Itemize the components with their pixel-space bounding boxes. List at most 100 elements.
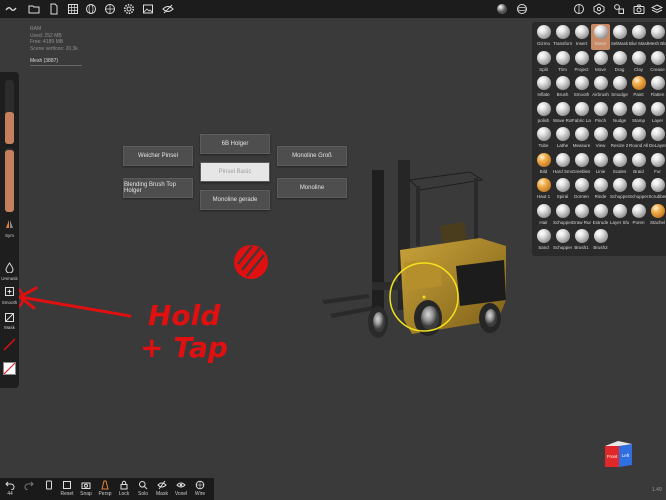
tool-fabric-lace[interactable]: Fabric Lace xyxy=(572,101,591,127)
brush-pinsel-basic[interactable]: Pinsel Basic xyxy=(200,162,270,182)
color-stroke-icon[interactable] xyxy=(3,338,16,351)
menu-logo-icon[interactable] xyxy=(5,3,17,15)
tool-layer[interactable]: Layer xyxy=(648,101,666,127)
tool-sand[interactable]: Sand xyxy=(534,228,553,254)
sidebar-toggle-button[interactable] xyxy=(40,480,58,490)
tool-trim[interactable]: Trim xyxy=(553,50,572,76)
brush-monoline-gerade[interactable]: Monoline gerade xyxy=(200,190,270,210)
eye-off-icon[interactable] xyxy=(162,3,174,15)
tool-blur-mask[interactable]: Blur Mask xyxy=(629,24,648,50)
brush-monoline-gross[interactable]: Monoline Groß xyxy=(277,146,347,166)
folder-icon[interactable] xyxy=(28,3,40,15)
solo-button[interactable]: Solo xyxy=(134,480,152,497)
tool-mesh-blend[interactable]: Mesh Blend xyxy=(648,24,666,50)
tool-brush1[interactable]: Brush1 xyxy=(572,228,591,254)
globe-grid-icon[interactable] xyxy=(104,3,116,15)
tool-project[interactable]: Project xyxy=(572,50,591,76)
tool-bild[interactable]: Bild xyxy=(534,152,553,178)
tool-nudge[interactable]: Nudge xyxy=(610,101,629,127)
intensity-slider[interactable] xyxy=(5,148,14,212)
tool-draw-runner-blob[interactable]: Draw Runner Blob xyxy=(572,203,591,229)
mesh-name-label[interactable]: Mesh (3887) xyxy=(30,58,82,66)
tool-greebles-mask[interactable]: Greebles Mask xyxy=(572,152,591,178)
undo-button[interactable]: 44 xyxy=(1,480,19,497)
camera-icon[interactable] xyxy=(633,3,645,15)
unmask-label[interactable]: Unmask xyxy=(0,276,19,281)
tool-measure[interactable]: Measure xyxy=(572,126,591,152)
tool-polish[interactable]: polish xyxy=(534,101,553,127)
tool-spiral[interactable]: Spiral xyxy=(553,177,572,203)
tool-stachel[interactable]: Stachel xyxy=(648,203,666,229)
tool-inflate[interactable]: Inflate xyxy=(534,75,553,101)
tool-gizmo[interactable]: Gizmo xyxy=(534,24,553,50)
tool-selmask[interactable]: SelMask xyxy=(610,24,629,50)
smooth-icon[interactable] xyxy=(4,286,15,297)
tool-scrubber[interactable]: Scrubber xyxy=(648,177,666,203)
layers-icon[interactable] xyxy=(651,3,663,15)
tool-round-all[interactable]: Round All xyxy=(629,126,648,152)
tool-tube[interactable]: Tube xyxy=(534,126,553,152)
tool-split[interactable]: Split xyxy=(534,50,553,76)
reset-button[interactable]: Reset xyxy=(58,480,76,497)
grid-icon[interactable] xyxy=(67,3,79,15)
smooth-label[interactable]: Smooth xyxy=(0,300,19,305)
sym-label[interactable]: Sym xyxy=(0,233,19,238)
tool-smooth[interactable]: Smooth xyxy=(572,75,591,101)
shapes-icon[interactable] xyxy=(613,3,625,15)
tool-schuppen-3[interactable]: Schuppen 3 xyxy=(553,203,572,229)
tool-delayer[interactable]: DeLayer xyxy=(648,126,666,152)
brush-6b-holger[interactable]: 6B Holger xyxy=(200,134,270,154)
tool-dornen[interactable]: Dornen xyxy=(572,177,591,203)
tool-lathe[interactable]: Lathe xyxy=(553,126,572,152)
snap-button[interactable]: Snap xyxy=(77,480,95,497)
tool-insert[interactable]: Insert xyxy=(572,24,591,50)
tool-poren[interactable]: Poren xyxy=(629,203,648,229)
tool-resize-2[interactable]: Resize 2 xyxy=(610,126,629,152)
tool-extrude[interactable]: Extrude xyxy=(591,203,610,229)
mask-label[interactable]: Mask xyxy=(0,325,19,330)
tool-stamp[interactable]: Stamp xyxy=(629,101,648,127)
tool-brush2[interactable]: Brush2 xyxy=(591,228,610,254)
tool-brush[interactable]: Brush xyxy=(553,75,572,101)
tool-move[interactable]: Move xyxy=(591,50,610,76)
tool-hard-smooth[interactable]: Hard Smooth xyxy=(553,152,572,178)
symmetry-icon[interactable] xyxy=(4,218,15,229)
tool-layer-sharp[interactable]: Layer Sharp xyxy=(610,203,629,229)
tool-airbrush[interactable]: Airbrush xyxy=(591,75,610,101)
sphere-icon[interactable] xyxy=(516,3,528,15)
tool-rinde[interactable]: Rinde xyxy=(591,177,610,203)
tool-schuppen-kraft[interactable]: Schuppen Kraft xyxy=(629,177,648,203)
view-cube[interactable]: Front Left xyxy=(604,440,634,468)
brush-monoline[interactable]: Monoline xyxy=(277,178,347,198)
tool-fur[interactable]: Fur xyxy=(648,152,666,178)
unmask-icon[interactable] xyxy=(4,262,15,273)
mask-toggle-button[interactable]: Mask xyxy=(153,480,171,497)
tool-crease[interactable]: Crease xyxy=(648,50,666,76)
tool-pinch[interactable]: Pinch xyxy=(591,101,610,127)
tool-clay[interactable]: Clay xyxy=(629,50,648,76)
brush-weicher-pinsel[interactable]: Weicher Pinsel xyxy=(123,146,193,166)
shading-sphere-icon[interactable] xyxy=(496,3,508,15)
radius-slider[interactable] xyxy=(5,80,14,144)
file-icon[interactable] xyxy=(48,3,60,15)
material-icon[interactable] xyxy=(573,3,585,15)
tool-move[interactable]: Move xyxy=(591,24,610,50)
tool-haut-1[interactable]: Haut 1 xyxy=(534,177,553,203)
tool-hair[interactable]: Hair xyxy=(534,203,553,229)
image-icon[interactable] xyxy=(142,3,154,15)
tool-transform[interactable]: Transform xyxy=(553,24,572,50)
brush-blending-top-holger[interactable]: Blending Brush Top Holger xyxy=(123,178,193,198)
persp-button[interactable]: Persp xyxy=(96,480,114,497)
globe-icon[interactable] xyxy=(85,3,97,15)
tool-wave-rotor[interactable]: Wave Rotor xyxy=(553,101,572,127)
wire-button[interactable]: Wire xyxy=(191,480,209,497)
color-swatch[interactable] xyxy=(3,362,16,375)
tool-schuppen-1[interactable]: Schuppen 1 xyxy=(610,177,629,203)
tool-braid[interactable]: Braid xyxy=(629,152,648,178)
tool-flatten[interactable]: Flatten xyxy=(648,75,666,101)
tool-paint[interactable]: Paint xyxy=(629,75,648,101)
tool-drag[interactable]: Drag xyxy=(610,50,629,76)
tool-smudge[interactable]: Smudge xyxy=(610,75,629,101)
gear-icon[interactable] xyxy=(123,3,135,15)
tool-linie[interactable]: Linie xyxy=(591,152,610,178)
